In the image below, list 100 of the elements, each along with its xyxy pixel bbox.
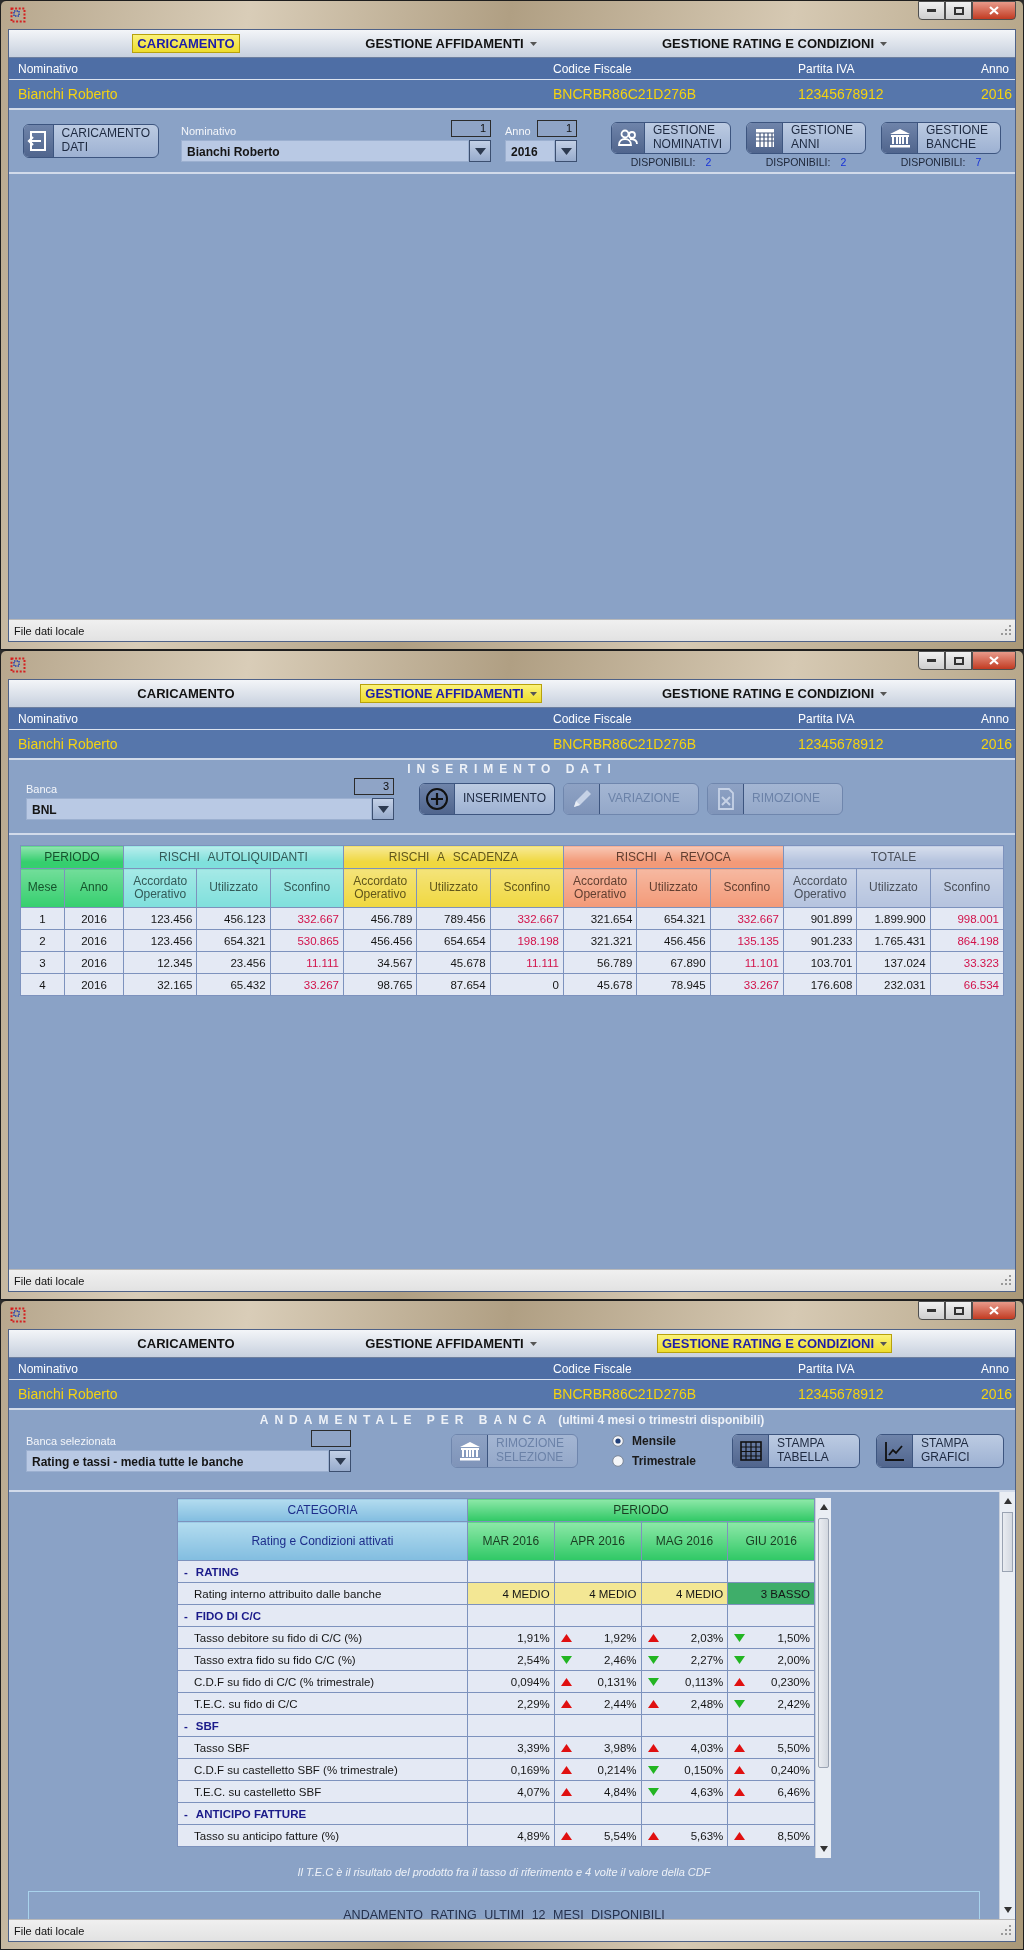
collapse-toggle[interactable]: - <box>184 1565 188 1578</box>
column-header: PERIODO <box>467 1498 815 1522</box>
close-button[interactable] <box>972 1301 1016 1320</box>
scroll-thumb[interactable] <box>818 1518 829 1768</box>
radio-label: Mensile <box>632 1434 676 1448</box>
column-header: CATEGORIA <box>177 1498 468 1522</box>
maximize-icon <box>953 6 964 15</box>
row-label: C.D.F su castelletto SBF (% trimestrale) <box>177 1758 468 1781</box>
menu-tab[interactable]: CARICAMENTO <box>132 34 240 53</box>
toolbar-button[interactable]: STAMPA TABELLA <box>732 1434 860 1468</box>
dropdown-button[interactable] <box>469 140 491 162</box>
collapse-toggle[interactable]: - <box>184 1807 188 1820</box>
header-value: BNCRBR86C21D276B <box>553 736 698 752</box>
availability-count: 7 <box>975 156 982 168</box>
group-header: RISCHI AUTOLIQUIDANTI <box>123 845 344 869</box>
bank-icon <box>457 1439 482 1463</box>
maximize-button[interactable] <box>945 651 972 670</box>
menu-tab[interactable]: GESTIONE RATING E CONDIZIONI <box>657 1334 893 1353</box>
caret-icon <box>334 1457 346 1465</box>
close-icon <box>989 1306 999 1315</box>
header-value: BNCRBR86C21D276B <box>553 1386 698 1402</box>
column-header: MAR 2016 <box>467 1521 555 1561</box>
header-label: Partita IVA <box>798 1361 856 1376</box>
scroll-thumb[interactable] <box>1002 1512 1013 1572</box>
app-icon <box>10 657 26 673</box>
radio-button[interactable] <box>612 1455 624 1467</box>
header-value: 12345678912 <box>798 86 885 102</box>
toolbar-button[interactable]: GESTIONE BANCHE <box>881 122 1001 154</box>
caret-icon <box>880 691 888 696</box>
maximize-icon <box>953 1306 964 1315</box>
table-cell: 2 <box>20 929 65 952</box>
scroll-down-icon[interactable] <box>819 1846 828 1852</box>
header-label: Nominativo <box>18 711 80 726</box>
header-label: Codice Fiscale <box>553 711 633 726</box>
header-label: Partita IVA <box>798 61 856 76</box>
minimize-icon <box>927 9 936 12</box>
close-button[interactable] <box>972 651 1016 670</box>
column-header: Utilizzato <box>856 868 931 908</box>
menu-tab[interactable]: GESTIONE RATING E CONDIZIONI <box>657 34 893 53</box>
availability-label: DISPONIBILI: <box>630 156 696 168</box>
row-label: Tasso debitore su fido di C/C (%) <box>177 1626 468 1649</box>
header-label: Nominativo <box>18 61 80 76</box>
dropdown-field[interactable]: Bianchi Roberto <box>181 140 469 162</box>
dropdown-button[interactable] <box>555 140 577 162</box>
minimize-icon <box>927 659 936 662</box>
row-label: Tasso extra fido su fido C/C (%) <box>177 1648 468 1671</box>
header-label: Codice Fiscale <box>553 1361 633 1376</box>
header-label: Anno <box>981 1361 1011 1376</box>
availability-label: DISPONIBILI: <box>900 156 966 168</box>
menu-tab[interactable]: GESTIONE AFFIDAMENTI <box>360 684 542 703</box>
scrollbar[interactable] <box>999 1492 1015 1919</box>
scroll-down-icon[interactable] <box>1003 1907 1012 1913</box>
minimize-button[interactable] <box>918 1301 945 1320</box>
toolbar-button[interactable]: GESTIONE ANNI <box>746 122 866 154</box>
radio-button[interactable] <box>612 1435 624 1447</box>
dropdown-field[interactable]: BNL <box>26 798 372 820</box>
field-label: Banca selezionata <box>26 1435 116 1447</box>
row-label: Tasso SBF <box>177 1736 468 1759</box>
dropdown-field[interactable]: Rating e tassi - media tutte le banche <box>26 1450 329 1472</box>
caret-icon <box>377 805 389 813</box>
app-icon <box>10 1307 26 1323</box>
column-header: Sconfino <box>710 868 784 908</box>
menu-tab[interactable]: GESTIONE AFFIDAMENTI <box>360 34 542 53</box>
column-header: APR 2016 <box>554 1521 641 1561</box>
maximize-button[interactable] <box>945 1301 972 1320</box>
menu-tab[interactable]: GESTIONE RATING E CONDIZIONI <box>657 684 893 703</box>
dropdown-button[interactable] <box>372 798 394 820</box>
section-title: INSERIMENTO DATI <box>406 761 618 778</box>
scroll-up-icon[interactable] <box>1003 1498 1012 1504</box>
menu-tab[interactable]: CARICAMENTO <box>132 684 240 703</box>
header-value: BNCRBR86C21D276B <box>553 86 698 102</box>
scrollbar[interactable] <box>815 1498 831 1858</box>
row-label: T.E.C. su fido di C/C <box>177 1692 468 1715</box>
maximize-button[interactable] <box>945 1 972 20</box>
close-icon <box>989 656 999 665</box>
column-header: Sconfino <box>930 868 1004 908</box>
collapse-toggle[interactable]: - <box>184 1719 188 1732</box>
minimize-button[interactable] <box>918 651 945 670</box>
dropdown-button[interactable] <box>329 1450 351 1472</box>
scroll-up-icon[interactable] <box>819 1504 828 1510</box>
column-header: Rating e Condizioni attivati <box>177 1521 468 1561</box>
toolbar-button[interactable]: INSERIMENTO <box>419 783 555 815</box>
resize-grip-icon <box>1001 1275 1012 1286</box>
row-label: Tasso su anticipo fatture (%) <box>177 1824 468 1847</box>
menu-tab[interactable]: CARICAMENTO <box>132 1334 240 1353</box>
toolbar-button[interactable]: CARICAMENTO DATI <box>23 124 159 158</box>
section-label: ANTICIPO FATTURE <box>195 1807 307 1820</box>
resize-grip-icon <box>1001 1925 1012 1936</box>
counter-field: 1 <box>537 120 577 137</box>
header-label: Nominativo <box>18 1361 80 1376</box>
minimize-button[interactable] <box>918 1 945 20</box>
collapse-toggle[interactable]: - <box>184 1609 188 1622</box>
toolbar-button[interactable]: GESTIONE NOMINATIVI <box>611 122 731 154</box>
table-cell: 3 <box>20 951 65 974</box>
caret-icon <box>880 1341 888 1346</box>
group-header: RISCHI A SCADENZA <box>343 845 564 869</box>
menu-tab[interactable]: GESTIONE AFFIDAMENTI <box>360 1334 542 1353</box>
dropdown-field[interactable]: 2016 <box>505 140 555 162</box>
toolbar-button[interactable]: STAMPA GRAFICI <box>876 1434 1004 1468</box>
close-button[interactable] <box>972 1 1016 20</box>
